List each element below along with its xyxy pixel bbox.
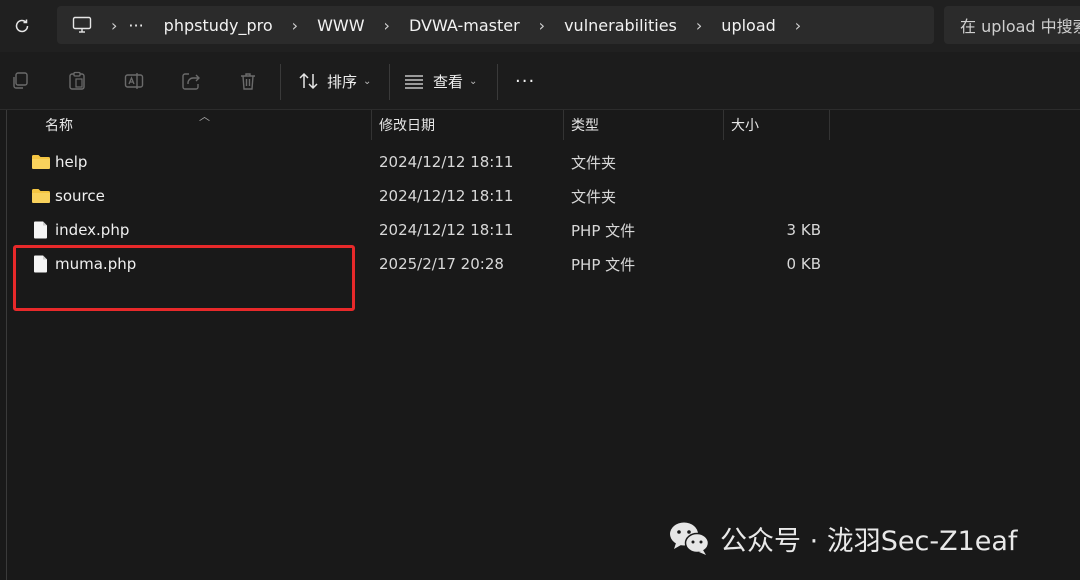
file-type: PHP 文件 [571,221,636,240]
breadcrumb-upload[interactable]: upload [721,16,776,35]
file-row-source[interactable]: source 2024/12/12 18:11 文件夹 [0,179,1080,213]
view-button[interactable]: 查看 ⌄ [404,68,477,94]
paste-icon [69,71,85,90]
file-name: index.php [55,221,130,239]
chevron-right-icon[interactable]: › [273,16,317,35]
chevron-right-icon[interactable]: › [776,16,820,35]
sort-button[interactable]: 排序 ⌄ [298,68,371,94]
navigation-bar: › ··· phpstudy_pro › WWW › DVWA-master ›… [0,0,1080,52]
toolbar-divider [280,64,281,100]
sort-label: 排序 [327,72,358,91]
chevron-right-icon[interactable]: › [365,16,409,35]
file-modified: 2024/12/12 18:11 [379,221,514,239]
file-type: PHP 文件 [571,255,636,274]
chevron-down-icon: ⌄ [363,75,372,87]
share-icon [182,73,200,90]
watermark: 公众号 · 泷羽Sec-Z1eaf [668,518,1017,558]
rename-icon [124,73,144,89]
paste-button[interactable] [66,70,88,92]
file-name: source [55,187,105,205]
file-modified: 2024/12/12 18:11 [379,153,514,171]
highlight-annotation [13,245,355,311]
refresh-button[interactable] [10,14,34,38]
breadcrumb-overflow[interactable]: ··· [128,16,143,35]
copy-button[interactable] [9,70,31,92]
delete-button[interactable] [237,70,259,92]
wechat-icon [670,522,710,555]
list-view-icon [405,75,423,89]
folder-icon [32,189,50,203]
computer-icon [72,16,92,33]
breadcrumb-www[interactable]: WWW [317,16,364,35]
breadcrumb-vulnerabilities[interactable]: vulnerabilities [564,16,677,35]
address-bar[interactable]: › ··· phpstudy_pro › WWW › DVWA-master ›… [57,6,934,44]
search-placeholder: 在 upload 中搜索 [960,17,1080,36]
search-input[interactable]: 在 upload 中搜索 [944,6,1080,44]
column-header-size[interactable]: 大小 [731,110,759,140]
sort-icon [299,72,318,90]
file-row-help[interactable]: help 2024/12/12 18:11 文件夹 [0,145,1080,179]
this-pc-button[interactable] [72,16,92,34]
watermark-text: 公众号 · 泷羽Sec-Z1eaf [720,525,1018,557]
more-options-button[interactable]: ··· [515,68,535,94]
column-divider[interactable] [829,110,830,140]
column-divider[interactable] [371,110,372,140]
document-icon [34,221,47,239]
toolbar-divider [389,64,390,100]
column-header-type[interactable]: 类型 [571,110,599,140]
file-type: 文件夹 [571,187,617,206]
breadcrumb-dvwa-master[interactable]: DVWA-master [409,16,520,35]
file-type: 文件夹 [571,153,617,172]
file-list: ︿ 名称 修改日期 类型 大小 help 2024/12/12 18:11 文件… [0,110,1080,580]
file-modified: 2025/2/17 20:28 [379,255,504,273]
file-modified: 2024/12/12 18:11 [379,187,514,205]
column-header-modified[interactable]: 修改日期 [379,110,435,140]
column-divider[interactable] [563,110,564,140]
toolbar-divider [497,64,498,100]
share-button[interactable] [180,70,202,92]
column-divider[interactable] [723,110,724,140]
file-name: help [55,153,88,171]
chevron-up-icon: ︿ [199,110,210,123]
trash-icon [241,73,255,90]
chevron-right-icon[interactable]: › [520,16,564,35]
rename-button[interactable] [123,70,145,92]
file-size: 3 KB [786,221,821,239]
breadcrumb-phpstudy-pro[interactable]: phpstudy_pro [164,16,273,35]
command-bar: 排序 ⌄ 查看 ⌄ ··· [0,52,1080,110]
column-header-name[interactable]: 名称 [45,110,73,140]
file-size: 0 KB [786,255,821,273]
view-label: 查看 [433,72,464,91]
copy-icon [13,72,28,89]
refresh-icon [15,19,29,33]
folder-icon [32,155,50,169]
chevron-right-icon[interactable]: › [677,16,721,35]
chevron-down-icon: ⌄ [469,75,478,87]
file-row-index-php[interactable]: index.php 2024/12/12 18:11 PHP 文件 3 KB [0,213,1080,247]
